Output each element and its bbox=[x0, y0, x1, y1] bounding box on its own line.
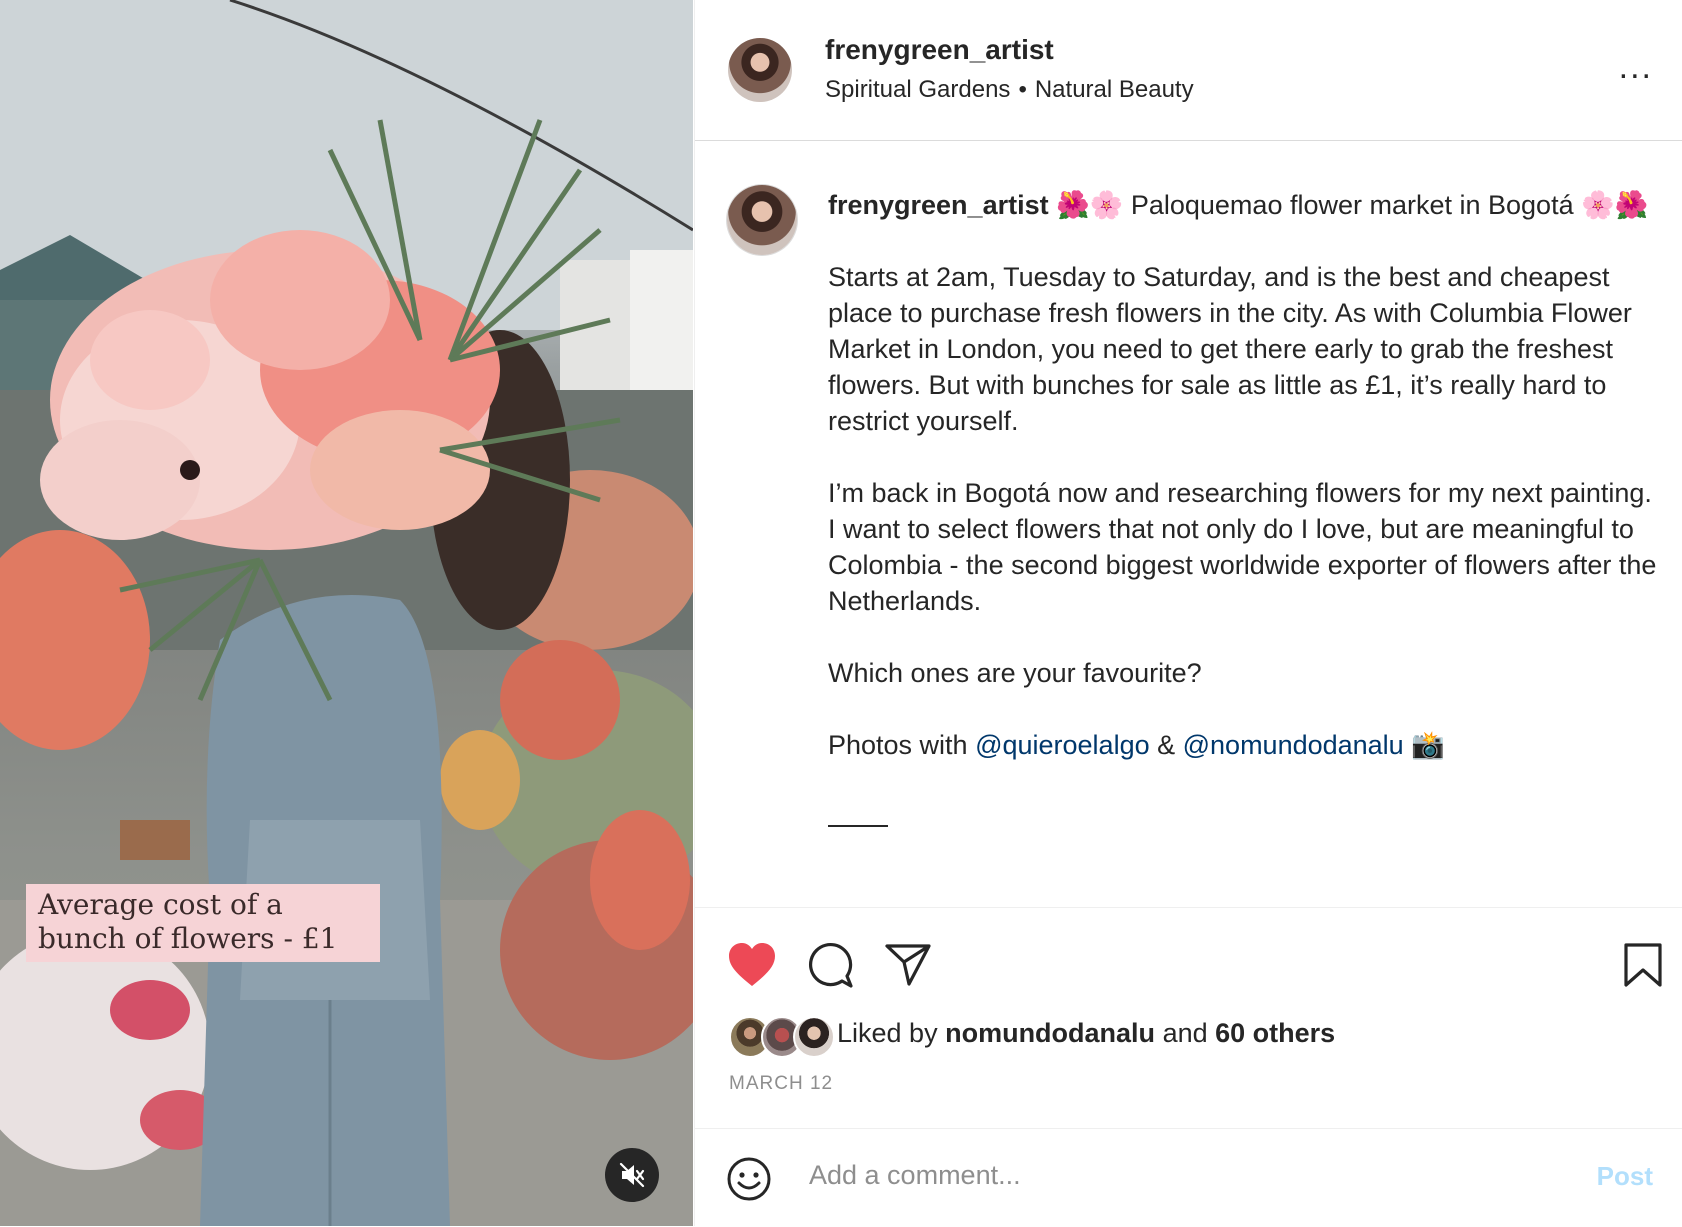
caption-body: frenygreen_artist 🌺🌸 Paloquemao flower m… bbox=[828, 187, 1658, 827]
bookmark-icon bbox=[1624, 943, 1662, 987]
caption-photo-credits: Photos with @quieroelalgo & @nomundodana… bbox=[828, 727, 1658, 763]
photo-credits-join: & bbox=[1149, 730, 1183, 760]
comment-input[interactable] bbox=[807, 1159, 1511, 1192]
smiley-face-icon bbox=[727, 1157, 771, 1201]
caption-title: 🌺🌸 Paloquemao flower market in Bogotá 🌸🌺 bbox=[1056, 190, 1649, 220]
more-options-button[interactable]: ... bbox=[1619, 50, 1653, 84]
caption-divider bbox=[828, 825, 888, 827]
post-header: frenygreen_artist Spiritual Gardens • Natu… bbox=[695, 0, 1682, 141]
liked-by-prefix: Liked by bbox=[837, 1018, 946, 1048]
liked-by-middle: and bbox=[1155, 1018, 1216, 1048]
liked-by-avatars[interactable] bbox=[729, 1016, 839, 1058]
post-details-panel: frenygreen_artist Spiritual Gardens • Natu… bbox=[694, 0, 1682, 1226]
author-avatar[interactable] bbox=[728, 38, 792, 102]
speaker-muted-icon bbox=[619, 1162, 645, 1188]
caption-section: frenygreen_artist 🌺🌸 Paloquemao flower m… bbox=[695, 141, 1682, 907]
paper-plane-icon bbox=[885, 944, 931, 986]
caption-author-avatar[interactable] bbox=[727, 185, 797, 255]
photo-credits-prefix: Photos with bbox=[828, 730, 976, 760]
liked-by-others[interactable]: 60 others bbox=[1215, 1018, 1335, 1048]
mention-link-quieroelalgo[interactable]: @quieroelalgo bbox=[975, 730, 1150, 760]
mute-toggle-button[interactable] bbox=[605, 1148, 659, 1202]
share-button[interactable] bbox=[885, 942, 931, 993]
comment-button[interactable] bbox=[807, 942, 853, 993]
comment-bubble-icon bbox=[809, 943, 853, 988]
comment-bar: Post bbox=[695, 1128, 1682, 1227]
liked-by-text[interactable]: Liked by nomundodanalu and 60 others bbox=[837, 1018, 1335, 1049]
audio-primary[interactable]: Spiritual Gardens bbox=[825, 76, 1010, 103]
post-media[interactable]: Average cost of a bunch of flowers - £1 bbox=[0, 0, 693, 1226]
audio-secondary[interactable]: Natural Beauty bbox=[1035, 76, 1194, 103]
emoji-picker-button[interactable] bbox=[727, 1157, 771, 1206]
caption-username[interactable]: frenygreen_artist bbox=[828, 190, 1049, 220]
media-overlay-caption: Average cost of a bunch of flowers - £1 bbox=[26, 884, 380, 962]
audio-info[interactable]: Spiritual Gardens • Natural Beauty bbox=[825, 76, 1194, 104]
audio-separator: • bbox=[1018, 76, 1027, 103]
more-horizontal-icon: ... bbox=[1618, 48, 1653, 86]
camera-flash-emoji: 📸 bbox=[1403, 730, 1445, 760]
caption-paragraph-1: Starts at 2am, Tuesday to Saturday, and … bbox=[828, 262, 1632, 436]
post-photo bbox=[0, 0, 693, 1226]
caption-paragraph-3: Which ones are your favourite? bbox=[828, 658, 1202, 688]
post-date[interactable]: MARCH 12 bbox=[729, 1073, 833, 1095]
save-button[interactable] bbox=[1623, 942, 1663, 993]
like-button[interactable] bbox=[727, 942, 777, 993]
liked-by-user[interactable]: nomundodanalu bbox=[945, 1018, 1155, 1048]
caption-paragraph-2: I’m back in Bogotá now and researching f… bbox=[828, 478, 1657, 616]
post-comment-button[interactable]: Post bbox=[1597, 1161, 1653, 1192]
liker-avatar bbox=[793, 1016, 835, 1058]
mention-link-nomundodanalu[interactable]: @nomundodanalu bbox=[1183, 730, 1404, 760]
heart-filled-icon bbox=[729, 943, 775, 986]
author-username[interactable]: frenygreen_artist bbox=[825, 34, 1054, 66]
